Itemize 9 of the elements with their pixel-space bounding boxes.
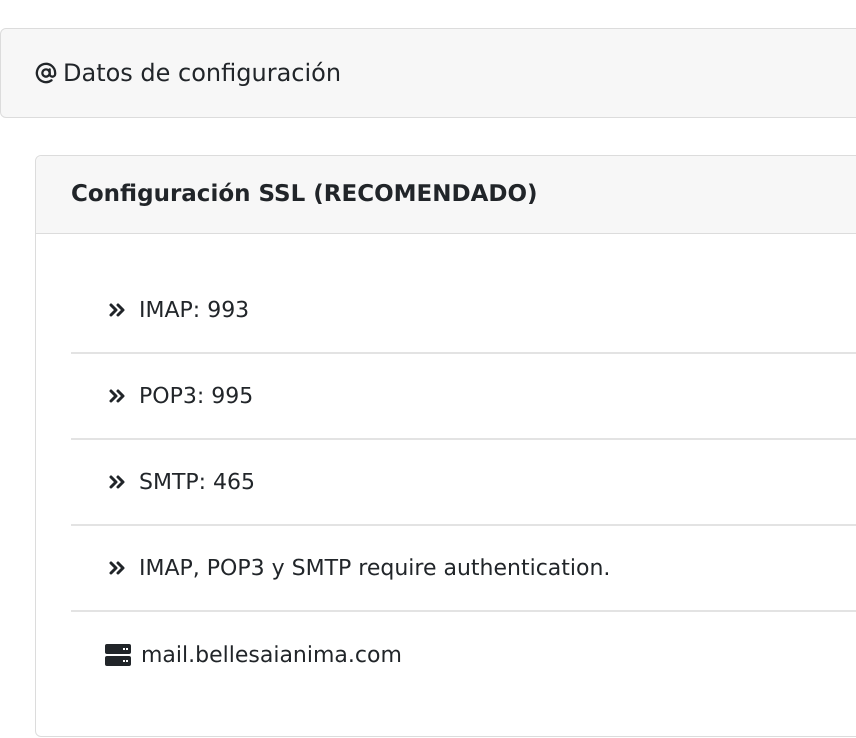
at-sign-icon (35, 62, 57, 84)
info-text: IMAP, POP3 y SMTP require authentication. (139, 554, 610, 582)
info-text: POP3: 995 (139, 382, 254, 410)
card-title: Configuración SSL (RECOMENDADO) (71, 180, 538, 210)
info-text: SMTP: 465 (139, 468, 256, 496)
server-icon (105, 644, 131, 666)
info-text: IMAP: 993 (139, 296, 250, 324)
info-text: mail.bellesaianima.com (141, 642, 402, 670)
section-title: Datos de configuración (63, 58, 342, 89)
